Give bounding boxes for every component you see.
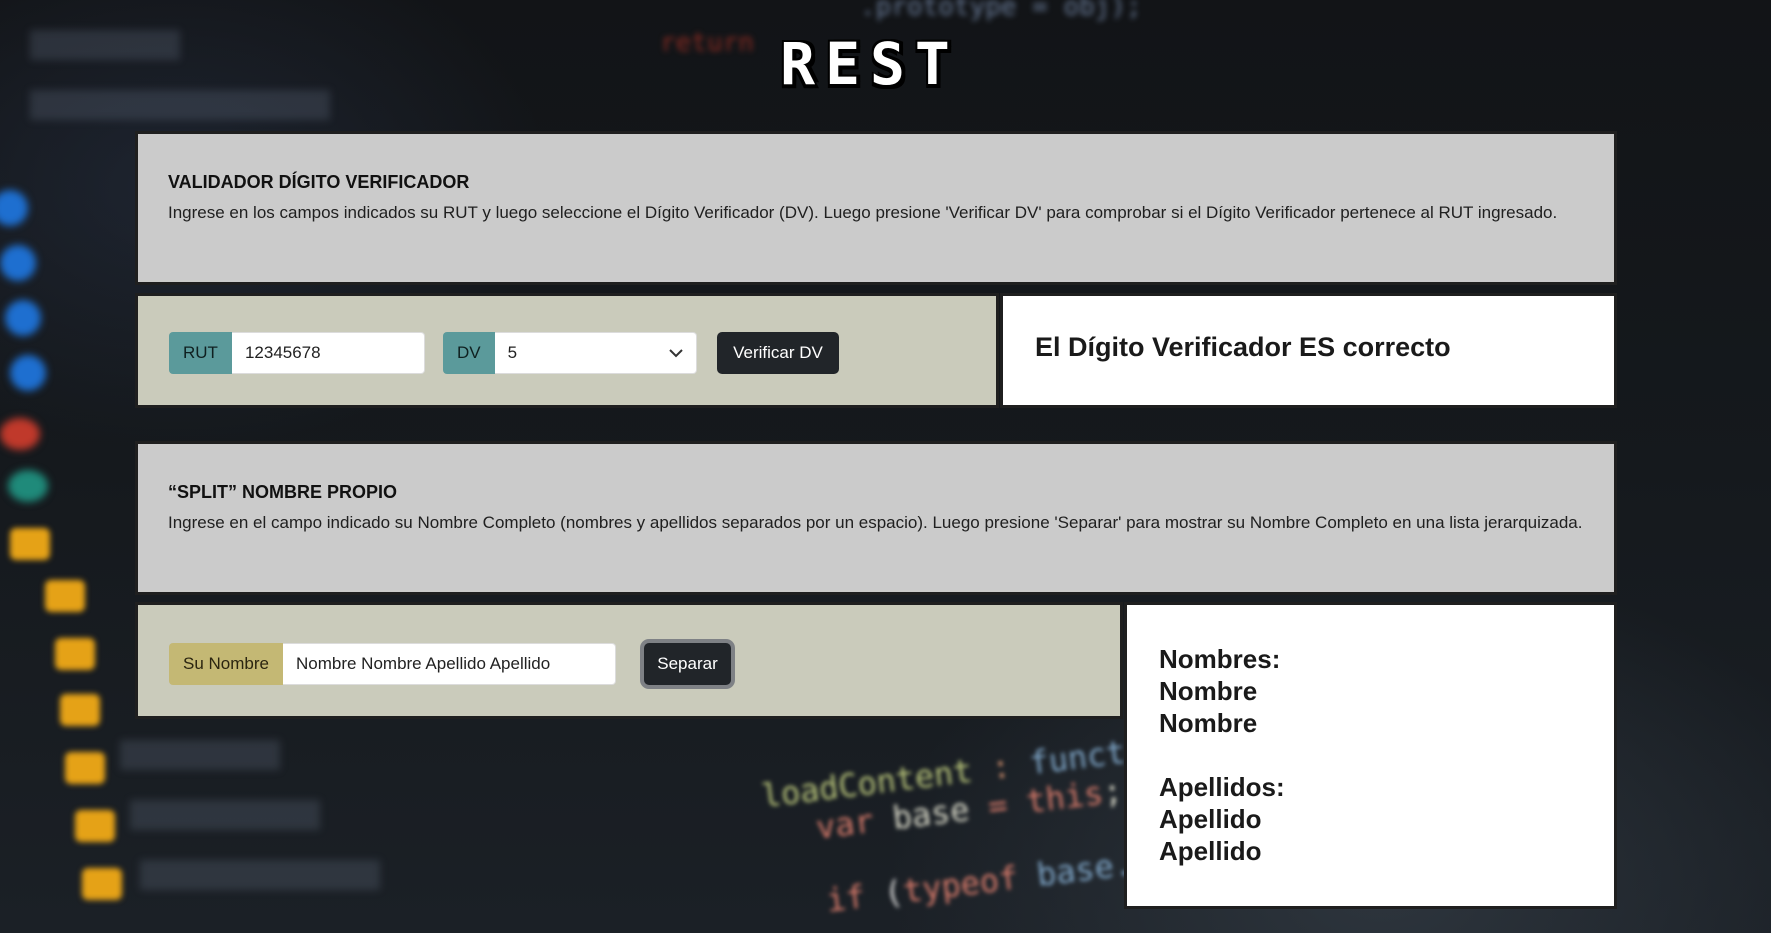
blurred-text <box>120 740 280 770</box>
blurred-icon <box>0 190 28 226</box>
dv-result-panel: El Dígito Verificador ES correcto <box>1000 293 1617 408</box>
blurred-icon <box>5 300 41 336</box>
dv-select[interactable]: 5 <box>494 332 697 374</box>
split-info-panel: “SPLIT” NOMBRE PROPIO Ingrese en el camp… <box>135 441 1617 595</box>
split-section-title: “SPLIT” NOMBRE PROPIO <box>168 482 398 502</box>
rut-input-group: RUT 12345678 <box>169 332 425 374</box>
rest-logo: REST <box>780 30 960 98</box>
dv-info-panel: VALIDADOR DÍGITO VERIFICADOR Ingrese en … <box>135 131 1617 285</box>
name-label: Su Nombre <box>169 643 283 685</box>
dv-form-panel: RUT 12345678 DV 5 Verificar DV <box>135 293 999 408</box>
surname-item: Apellido <box>1159 804 1262 834</box>
blurred-icon <box>0 245 36 281</box>
dv-label: DV <box>443 332 495 374</box>
dv-select-group: DV 5 <box>443 332 697 374</box>
surname-item: Apellido <box>1159 836 1262 866</box>
blurred-text <box>140 860 380 890</box>
blurred-folder-icon <box>75 810 115 842</box>
dv-section-title: VALIDADOR DÍGITO VERIFICADOR <box>168 172 470 192</box>
blurred-text <box>130 800 320 830</box>
surnames-heading: Apellidos: <box>1159 772 1285 802</box>
blurred-icon <box>0 418 40 450</box>
name-item: Nombre <box>1159 708 1258 738</box>
verify-dv-button[interactable]: Verificar DV <box>717 332 839 374</box>
blurred-folder-icon <box>65 752 105 784</box>
rut-input[interactable]: 12345678 <box>231 332 425 374</box>
names-heading: Nombres: <box>1159 644 1281 674</box>
blurred-icon <box>8 470 48 502</box>
split-button[interactable]: Separar <box>644 643 731 685</box>
dv-select-value: 5 <box>507 343 518 362</box>
split-result-panel: Nombres: Nombre Nombre Apellidos: Apelli… <box>1124 602 1617 909</box>
blurred-icon <box>10 355 46 391</box>
split-form-panel: Su Nombre Nombre Nombre Apellido Apellid… <box>135 602 1123 719</box>
rut-label: RUT <box>169 332 232 374</box>
name-input[interactable]: Nombre Nombre Apellido Apellido <box>282 643 616 685</box>
blurred-folder-icon <box>10 528 50 560</box>
blurred-folder-icon <box>45 580 85 612</box>
chevron-down-icon <box>668 349 683 358</box>
dv-result-text: El Dígito Verificador ES correcto <box>1035 332 1451 362</box>
blurred-text <box>30 30 180 60</box>
blurred-folder-icon <box>55 638 95 670</box>
background-code-line: .prototype = obj); <box>860 0 1142 22</box>
split-result-list: Nombres: Nombre Nombre Apellidos: Apelli… <box>1159 643 1285 867</box>
blurred-folder-icon <box>82 868 122 900</box>
name-item: Nombre <box>1159 676 1258 706</box>
split-section-description: Ingrese en el campo indicado su Nombre C… <box>168 513 1583 532</box>
dv-section-description: Ingrese en los campos indicados su RUT y… <box>168 203 1558 222</box>
blurred-text <box>30 90 330 120</box>
blurred-folder-icon <box>60 694 100 726</box>
name-input-group: Su Nombre Nombre Nombre Apellido Apellid… <box>169 643 616 685</box>
